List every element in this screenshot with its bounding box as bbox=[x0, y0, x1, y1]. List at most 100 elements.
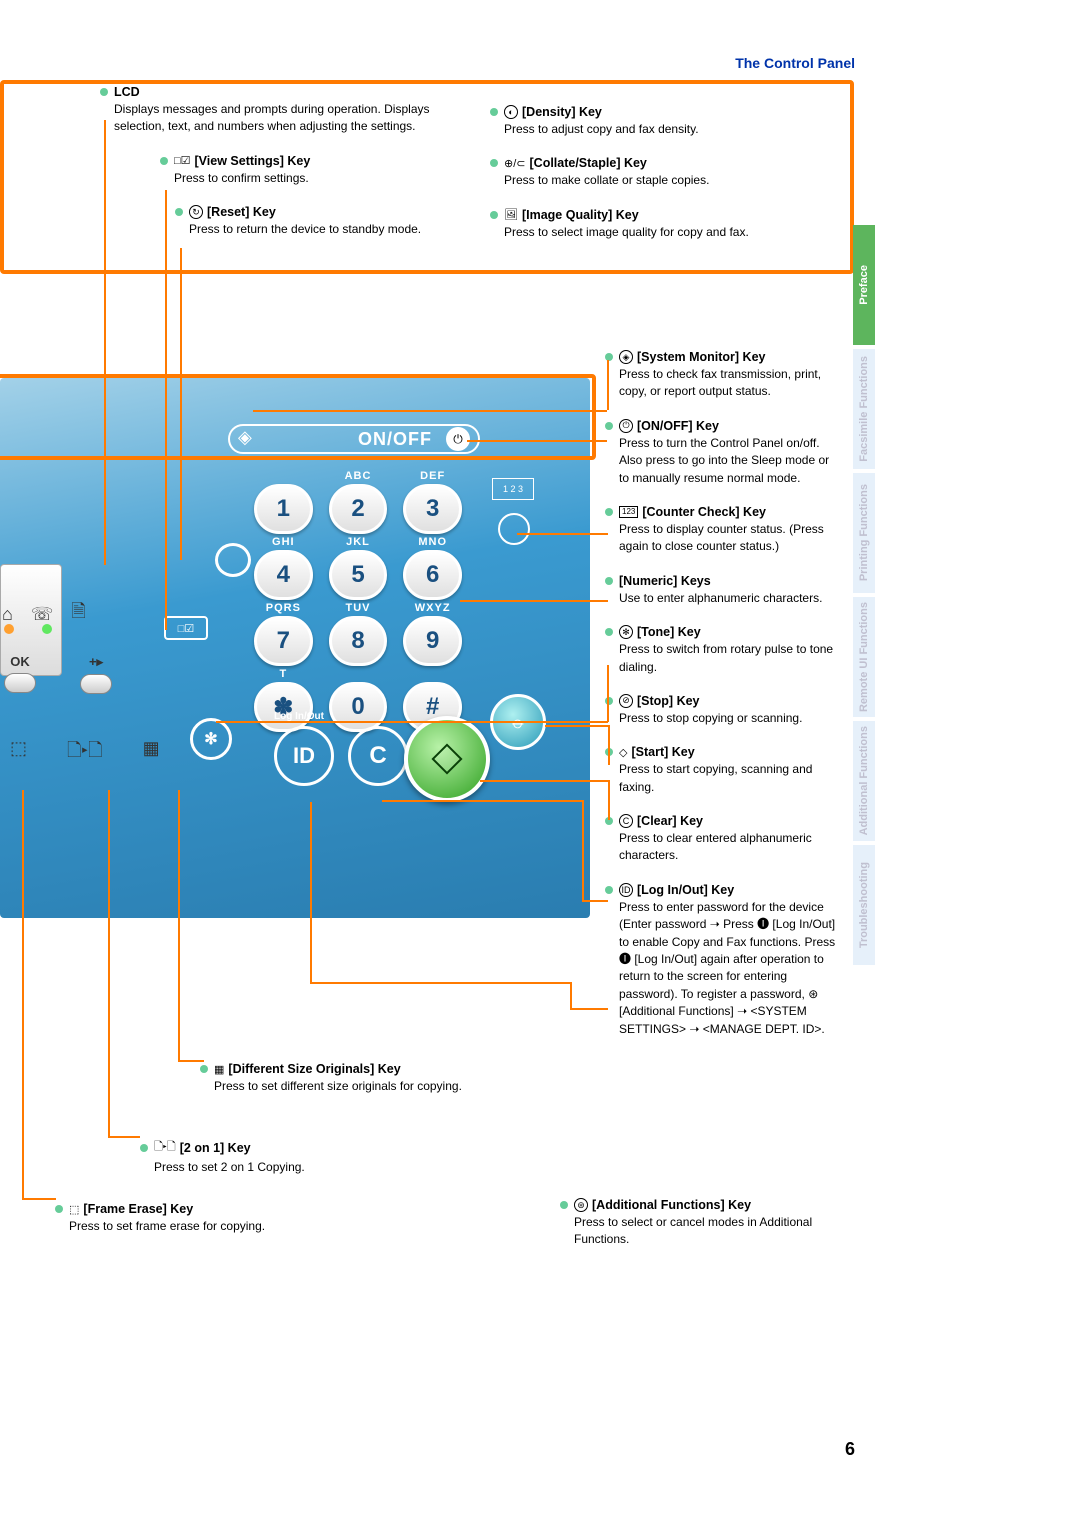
desc-numeric-keys: [Numeric] Keys Use to enter alphanumeric… bbox=[605, 574, 840, 607]
view-settings-icon: □☑ bbox=[174, 154, 191, 167]
desc-reset: ↻ [Reset] Key Press to return the device… bbox=[100, 205, 460, 238]
diff-size-key-icon[interactable]: ▦ bbox=[143, 738, 160, 768]
two-on-one-icon: 🗋▸🗋 bbox=[154, 1138, 176, 1157]
bottom-left-descriptions: ▦ [Different Size Originals] Key Press t… bbox=[200, 1062, 560, 1113]
tab-printing[interactable]: Printing Functions bbox=[853, 473, 875, 593]
tab-additional[interactable]: Additional Functions bbox=[853, 721, 875, 841]
numkey-star[interactable]: ✽ bbox=[254, 682, 313, 732]
desc-counter-check: 123 [Counter Check] Key Press to display… bbox=[605, 505, 840, 556]
collate-staple-icon: ⊕/⊂ bbox=[504, 157, 526, 170]
counter-check-label: 1 2 3 bbox=[492, 478, 534, 500]
numkey-6[interactable]: 6 bbox=[403, 550, 462, 600]
bullet-icon bbox=[490, 211, 498, 219]
stop-icon: ⊘ bbox=[619, 694, 633, 708]
right-top-descriptions: ◐ [Density] Key Press to adjust copy and… bbox=[490, 105, 835, 259]
tab-remote-ui[interactable]: Remote UI Functions bbox=[853, 597, 875, 717]
system-monitor-icon: ◈ bbox=[619, 350, 633, 364]
desc-view-settings: □☑ [View Settings] Key Press to confirm … bbox=[100, 154, 460, 187]
tab-facsimile[interactable]: Facsimile Functions bbox=[853, 349, 875, 469]
ok-label: OK bbox=[4, 654, 36, 669]
numkey-3[interactable]: 3 bbox=[403, 484, 462, 534]
diff-size-icon: ▦ bbox=[214, 1063, 224, 1076]
callout-line bbox=[108, 1136, 140, 1138]
tab-troubleshooting[interactable]: Troubleshooting bbox=[853, 845, 875, 965]
numkey-0[interactable]: 0 bbox=[329, 682, 388, 732]
onoff-icon: ⏻ bbox=[619, 419, 633, 433]
counter-check-icon: 123 bbox=[619, 506, 638, 518]
bullet-icon bbox=[490, 108, 498, 116]
frame-erase-key-icon[interactable]: ⬚ bbox=[10, 738, 27, 768]
desc-collate-staple: ⊕/⊂ [Collate/Staple] Key Press to make c… bbox=[490, 156, 835, 189]
numeric-keypad: ABCDEF 1 2 3 GHIJKLMNO 4 5 6 PQRSTUVWXYZ… bbox=[246, 470, 470, 734]
callout-line bbox=[545, 725, 608, 727]
clear-icon: C bbox=[619, 814, 633, 828]
led-orange bbox=[4, 624, 14, 634]
callout-line bbox=[104, 120, 106, 565]
bullet-icon bbox=[605, 577, 613, 585]
numkey-8[interactable]: 8 bbox=[329, 616, 388, 666]
bullet-icon bbox=[200, 1065, 208, 1073]
callout-line bbox=[480, 780, 608, 782]
callout-line bbox=[382, 800, 582, 802]
frame-erase-icon: ⬚ bbox=[69, 1203, 79, 1216]
led-green bbox=[42, 624, 52, 634]
view-settings-button[interactable]: □☑ bbox=[164, 616, 208, 640]
start-icon: ◇ bbox=[619, 746, 627, 759]
callout-line bbox=[216, 721, 608, 723]
side-tabs: Preface Facsimile Functions Printing Fun… bbox=[853, 225, 875, 969]
callout-line bbox=[608, 780, 610, 820]
onoff-bar: ON/OFF ⏻ bbox=[228, 424, 480, 454]
desc-login: ID [Log In/Out] Key Press to enter passw… bbox=[605, 883, 840, 1038]
nav-right-label: +▸ bbox=[80, 654, 112, 670]
callout-line bbox=[310, 982, 570, 984]
callout-line bbox=[253, 410, 607, 412]
power-icon: ⏻ bbox=[453, 432, 463, 447]
reset-icon: ↻ bbox=[189, 205, 203, 219]
image-quality-icon: 🖼 bbox=[504, 208, 518, 221]
callout-line bbox=[582, 900, 608, 902]
desc-image-quality: 🖼 [Image Quality] Key Press to select im… bbox=[490, 208, 835, 241]
numkey-1[interactable]: 1 bbox=[254, 484, 313, 534]
callout-line bbox=[178, 1060, 204, 1062]
callout-line bbox=[467, 440, 607, 442]
tab-preface[interactable]: Preface bbox=[853, 225, 875, 345]
login-button[interactable]: ID bbox=[274, 726, 334, 786]
ok-button[interactable] bbox=[4, 673, 36, 693]
desc-tone: ✻ [Tone] Key Press to switch from rotary… bbox=[605, 625, 840, 676]
bullet-icon bbox=[560, 1201, 568, 1209]
left-descriptions: LCD Displays messages and prompts during… bbox=[100, 85, 460, 257]
numkey-7[interactable]: 7 bbox=[254, 616, 313, 666]
nav-keys: OK +▸ bbox=[4, 654, 112, 694]
desc-frame-erase: ⬚ [Frame Erase] Key Press to set frame e… bbox=[55, 1202, 415, 1235]
bullet-icon bbox=[140, 1144, 148, 1152]
callout-line bbox=[517, 533, 608, 535]
desc-lcd: LCD Displays messages and prompts during… bbox=[100, 85, 460, 136]
desc-system-monitor: ◈ [System Monitor] Key Press to check fa… bbox=[605, 350, 840, 401]
numkey-9[interactable]: 9 bbox=[403, 616, 462, 666]
login-icon: ID bbox=[619, 883, 633, 897]
callout-line bbox=[570, 1008, 608, 1010]
two-on-one-key-icon[interactable]: 🗋▸🗋 bbox=[67, 738, 103, 768]
callout-line bbox=[165, 190, 167, 630]
onoff-button[interactable]: ⏻ bbox=[446, 427, 470, 451]
desc-add-func-wrap: ⊛ [Additional Functions] Key Press to se… bbox=[560, 1198, 850, 1267]
desc-2on1: 🗋▸🗋 [2 on 1] Key Press to set 2 on 1 Cop… bbox=[140, 1138, 500, 1176]
bullet-icon bbox=[100, 88, 108, 96]
start-button[interactable] bbox=[404, 716, 490, 802]
desc-onoff: ⏻ [ON/OFF] Key Press to turn the Control… bbox=[605, 419, 840, 487]
tone-button[interactable]: ✻ bbox=[190, 718, 232, 760]
numkey-5[interactable]: 5 bbox=[329, 550, 388, 600]
callout-line bbox=[608, 725, 610, 765]
clear-button[interactable]: C bbox=[348, 726, 408, 786]
desc-clear: C [Clear] Key Press to clear entered alp… bbox=[605, 814, 840, 865]
desc-frame-wrap: ⬚ [Frame Erase] Key Press to set frame e… bbox=[55, 1202, 415, 1253]
nav-right-button[interactable] bbox=[80, 674, 112, 694]
desc-additional-functions: ⊛ [Additional Functions] Key Press to se… bbox=[560, 1198, 850, 1249]
callout-line bbox=[607, 665, 609, 722]
callout-line bbox=[310, 802, 312, 982]
numkey-2[interactable]: 2 bbox=[329, 484, 388, 534]
counter-check-button[interactable] bbox=[498, 513, 530, 545]
callout-line bbox=[582, 800, 584, 900]
hook-icon: ☏ bbox=[31, 604, 54, 625]
numkey-4[interactable]: 4 bbox=[254, 550, 313, 600]
